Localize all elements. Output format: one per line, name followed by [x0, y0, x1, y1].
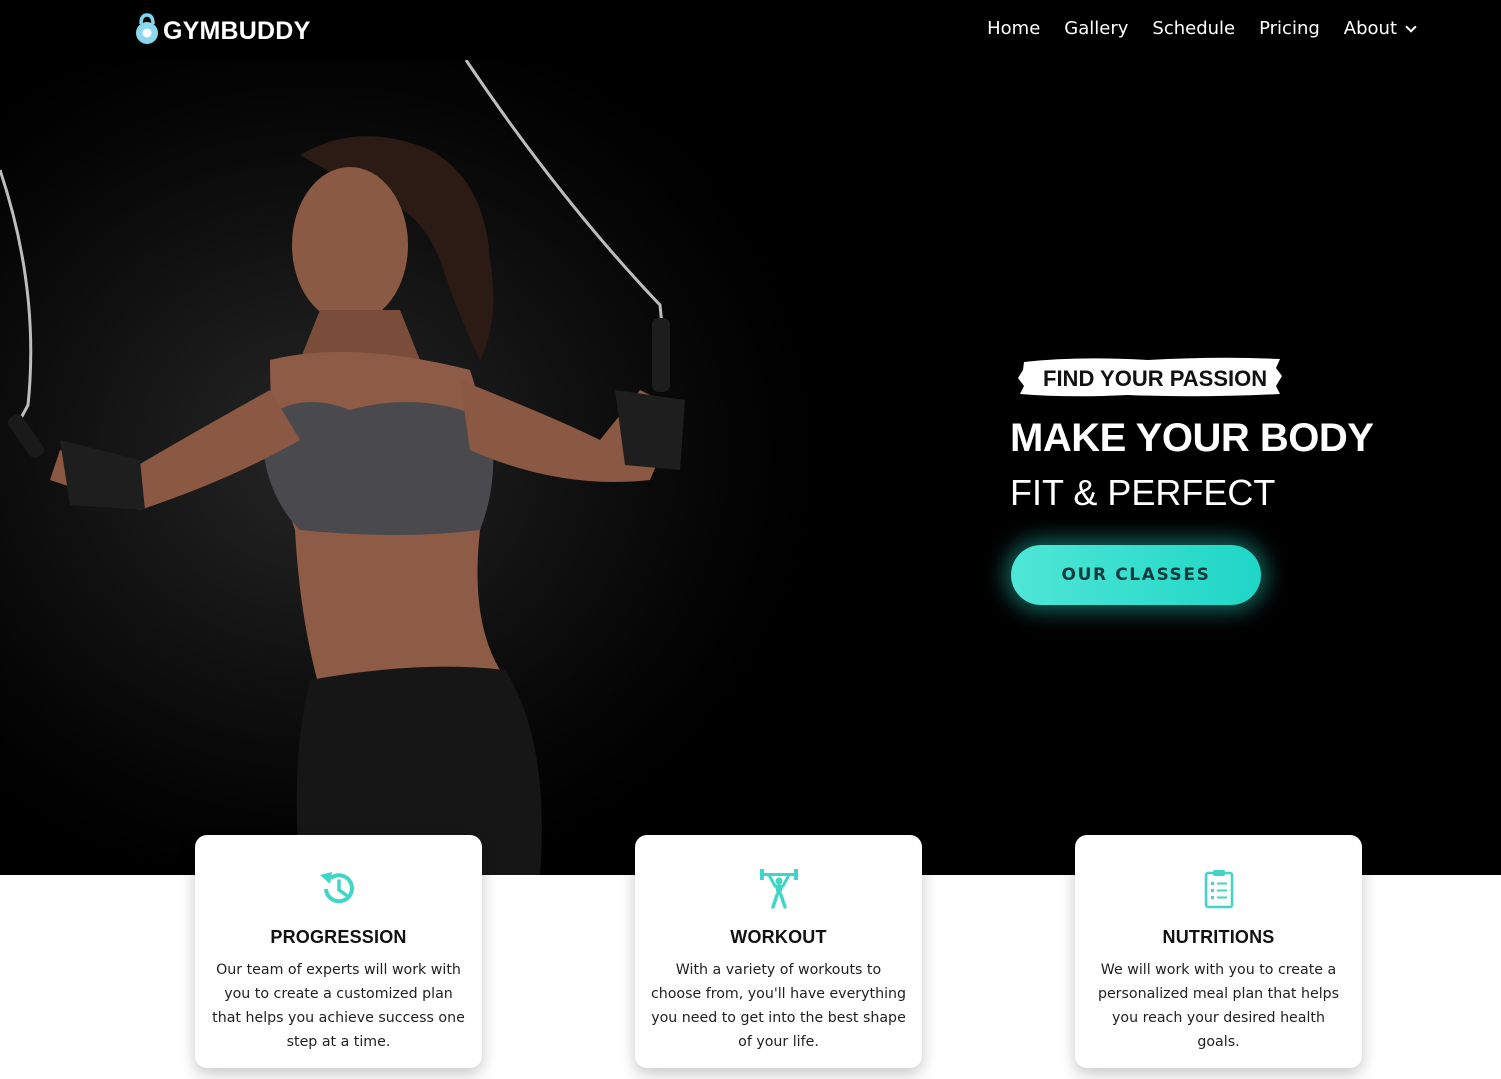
nav-link-schedule[interactable]: Schedule — [1152, 18, 1235, 39]
brand-logo[interactable]: GYMBUDDY — [135, 13, 311, 49]
nav-link-pricing[interactable]: Pricing — [1259, 18, 1320, 39]
nav-link-about-label: About — [1343, 18, 1397, 39]
kettlebell-icon — [135, 13, 159, 49]
feature-description: Our team of experts will work with you t… — [212, 962, 465, 1050]
brand-name: GYMBUDDY — [163, 16, 311, 45]
hero-tagline: FIND YOUR PASSION — [1043, 366, 1268, 391]
nav-link-home[interactable]: Home — [987, 18, 1040, 39]
nav-link-gallery[interactable]: Gallery — [1064, 18, 1128, 39]
history-icon — [317, 867, 361, 915]
feature-card-progression: PROGRESSION Our team of experts will wor… — [195, 835, 482, 1068]
feature-title: NUTRITIONS — [1162, 927, 1275, 947]
feature-card-nutritions: NUTRITIONS We will work with you to crea… — [1075, 835, 1362, 1068]
clipboard-list-icon — [1197, 867, 1241, 915]
hero-athlete-photo — [0, 60, 840, 875]
chevron-down-icon — [1405, 20, 1417, 33]
feature-title: PROGRESSION — [270, 927, 407, 947]
nav-link-about[interactable]: About — [1343, 18, 1417, 39]
our-classes-button[interactable]: OUR CLASSES — [1011, 545, 1261, 605]
hero-headline-secondary: FIT & PERFECT — [1010, 472, 1276, 513]
hero-headline-primary: MAKE YOUR BODY — [1010, 416, 1374, 460]
top-navbar: GYMBUDDY Home Gallery Schedule Pricing A… — [0, 0, 1501, 62]
feature-title: WORKOUT — [730, 927, 827, 947]
nav-links: Home Gallery Schedule Pricing About — [987, 18, 1417, 39]
hero-section: GYMBUDDY Home Gallery Schedule Pricing A… — [0, 0, 1501, 875]
feature-card-workout: WORKOUT With a variety of workouts to ch… — [635, 835, 922, 1068]
weightlifter-icon — [757, 867, 801, 915]
feature-description: With a variety of workouts to choose fro… — [650, 962, 907, 1050]
tagline-badge: FIND YOUR PASSION — [1018, 356, 1282, 398]
feature-description: We will work with you to create a person… — [1097, 962, 1340, 1050]
